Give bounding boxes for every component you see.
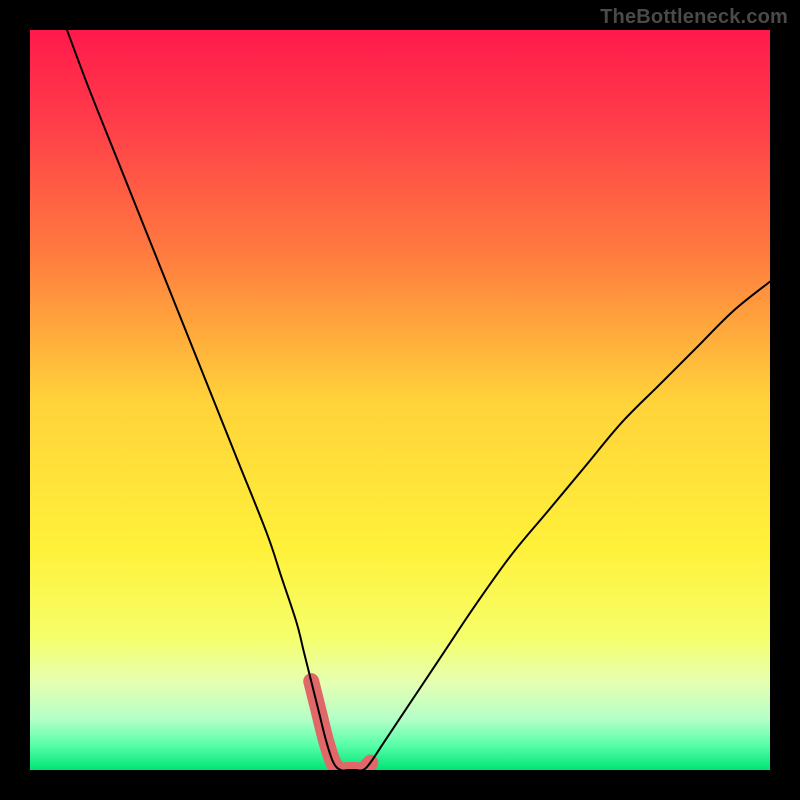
bottleneck-chart <box>30 30 770 770</box>
watermark-text: TheBottleneck.com <box>600 6 788 29</box>
plot-area <box>30 30 770 770</box>
gradient-background <box>30 30 770 770</box>
chart-frame: TheBottleneck.com <box>0 0 800 800</box>
